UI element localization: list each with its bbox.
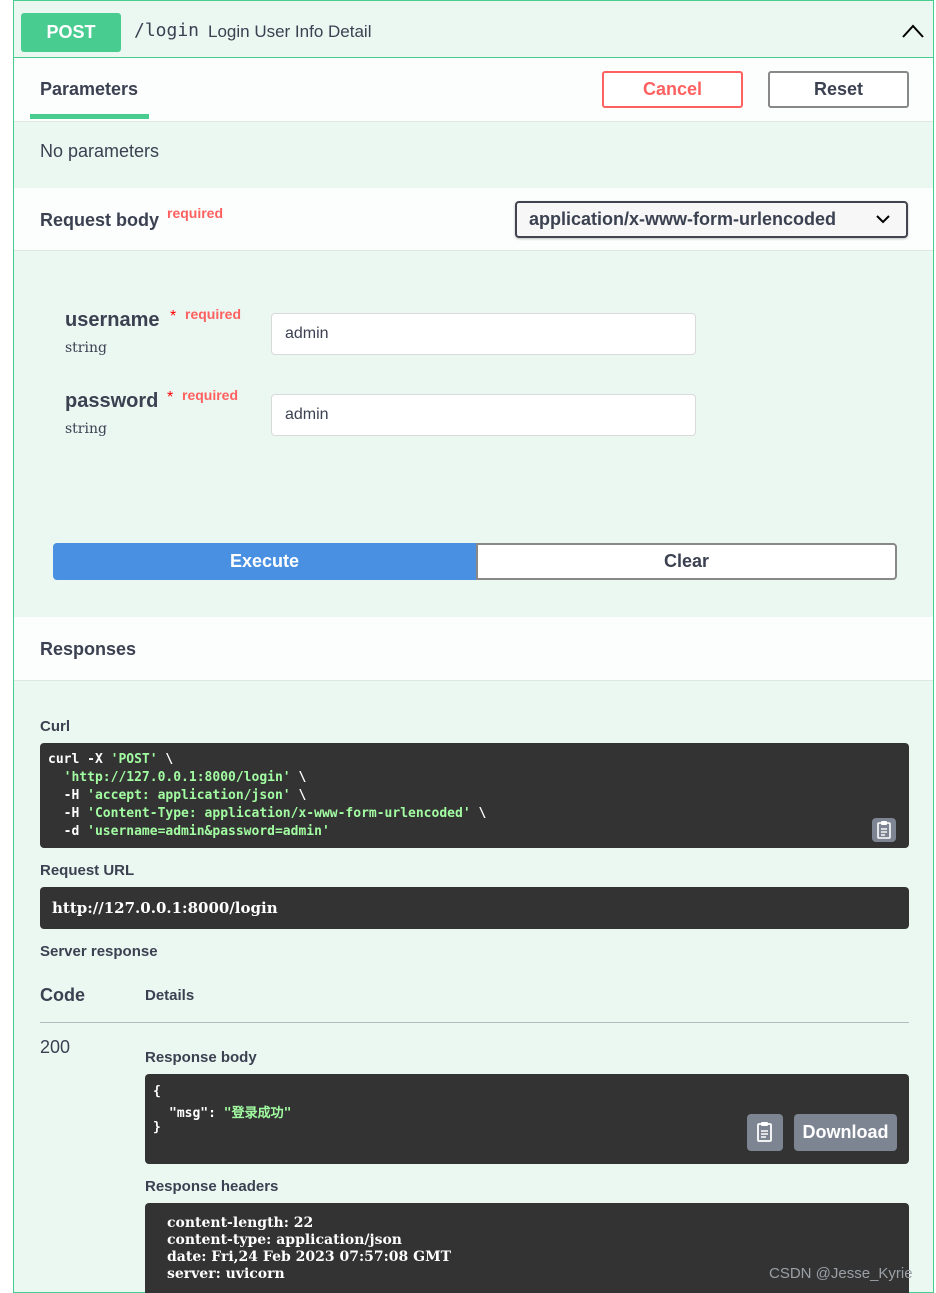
table-divider [40,1022,909,1023]
endpoint-path: /login [134,20,200,41]
column-header-code: Code [40,985,85,1005]
response-headers-label: Response headers [145,1178,279,1195]
no-parameters-text: No parameters [40,141,160,161]
request-body-header: Request body required application/x-www-… [14,188,933,251]
curl-code-block[interactable]: curl -X 'POST' \ 'http://127.0.0.1:8000/… [40,743,909,848]
curl-line: 'http://127.0.0.1:8000/login' \ [63,770,307,785]
param-required-label: required [182,387,239,403]
responses-title: Responses [40,639,137,659]
request-url-label: Request URL [40,862,135,879]
param-type: string [65,421,107,437]
responses-header: Responses [14,617,933,681]
password-input[interactable] [271,394,696,436]
json-close-brace: } [153,1120,161,1135]
param-name-password: password [65,390,159,412]
curl-line: curl -X 'POST' \ [48,752,174,767]
response-body-label: Response body [145,1049,257,1066]
operation-block: POST /login Login User Info Detail Param… [13,0,934,1293]
clipboard-icon[interactable] [747,1114,783,1151]
json-open-brace: { [153,1084,161,1099]
reset-button[interactable]: Reset [768,71,909,108]
chevron-down-icon [876,215,890,224]
curl-line: -H 'accept: application/json' \ [63,788,307,803]
status-code: 200 [40,1037,71,1057]
json-line: "msg": "登录成功" [169,1106,292,1121]
content-type-select[interactable]: application/x-www-form-urlencoded [515,201,908,238]
clipboard-icon[interactable] [872,818,896,842]
endpoint-description: Login User Info Detail [208,22,372,41]
request-url-value: http://127.0.0.1:8000/login [52,899,278,917]
curl-line: -d 'username=admin&password=admin' [63,824,330,839]
request-body-title: Request body [40,210,160,230]
param-required-label: required [185,306,242,322]
cancel-button[interactable]: Cancel [602,71,743,108]
method-badge: POST [21,13,121,52]
server-response-label: Server response [40,943,158,960]
tab-parameters[interactable]: Parameters [40,79,138,100]
chevron-up-icon[interactable] [901,23,925,39]
request-url-block: http://127.0.0.1:8000/login [40,887,909,929]
required-star: * [167,389,174,406]
header-line: date: Fri,24 Feb 2023 07:57:08 GMT [167,1249,452,1265]
parameters-header: Parameters Cancel Reset [14,58,933,122]
header-line: content-type: application/json [167,1232,402,1248]
header-line: content-length: 22 [167,1215,314,1231]
username-input[interactable] [271,313,696,355]
param-type: string [65,340,107,356]
curl-line: -H 'Content-Type: application/x-www-form… [63,806,487,821]
required-star: * [170,308,177,325]
curl-label: Curl [40,718,70,735]
clear-button[interactable]: Clear [476,543,897,580]
header-line: server: uvicorn [167,1266,285,1282]
param-name-username: username [65,309,160,331]
execute-button[interactable]: Execute [53,543,476,580]
column-header-details: Details [145,987,195,1004]
operation-summary[interactable]: POST /login Login User Info Detail [14,0,933,58]
tab-active-indicator [30,114,149,119]
download-button[interactable]: Download [794,1114,897,1151]
content-type-value: application/x-www-form-urlencoded [529,209,837,229]
required-label: required [167,205,224,221]
watermark: CSDN @Jesse_Kyrie [769,1265,913,1282]
response-body-block[interactable]: { "msg": "登录成功" } Download [145,1074,909,1164]
